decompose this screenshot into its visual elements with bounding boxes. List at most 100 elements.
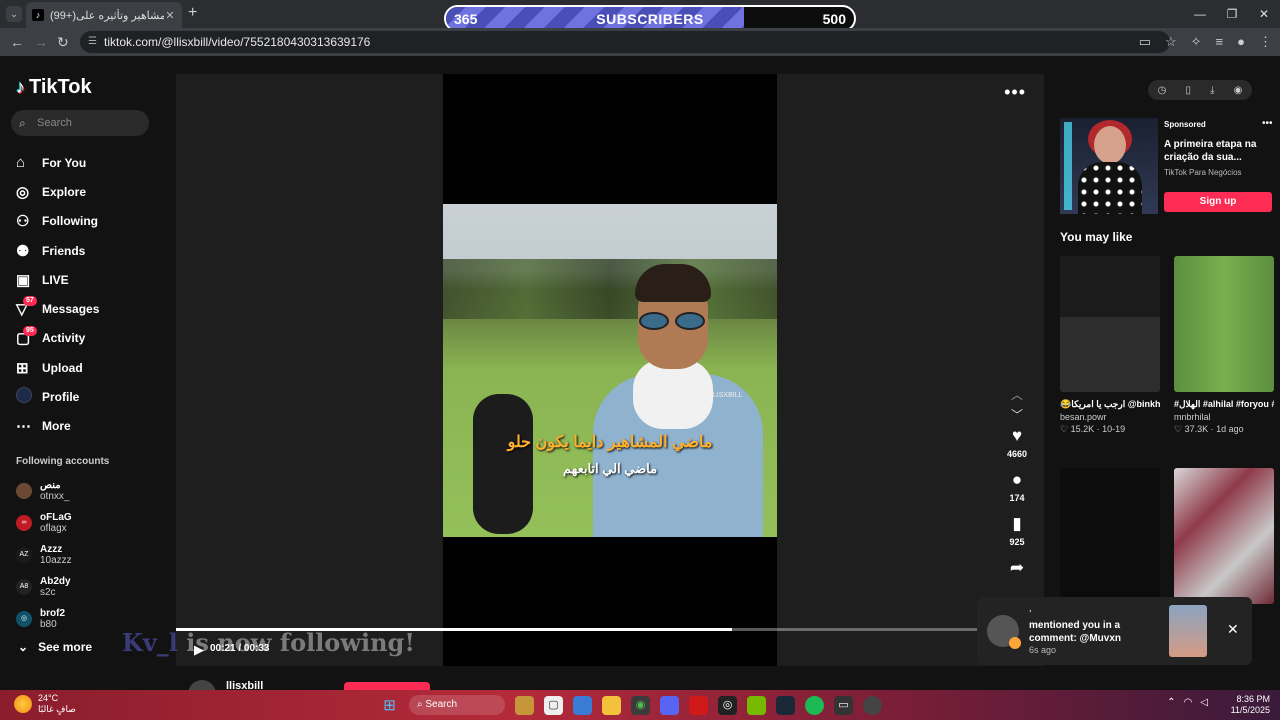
close-icon[interactable]: ✕ <box>1227 621 1239 638</box>
ad-signup-button[interactable]: Sign up <box>1164 192 1272 212</box>
recommend-stats: ♡ 15.2K · 10-19 <box>1060 424 1126 434</box>
timer-icon[interactable]: ◷ <box>1158 85 1167 96</box>
following-account[interactable]: A8 Ab2dy s2c <box>16 576 71 598</box>
nvidia-icon[interactable] <box>747 695 766 715</box>
address-bar[interactable]: ☰ tiktok.com/@llisxbill/video/7552180430… <box>80 31 1170 53</box>
recommend-thumbnail[interactable] <box>1174 468 1274 604</box>
spotify-icon[interactable] <box>805 695 824 715</box>
app-red-icon[interactable] <box>689 695 708 715</box>
taskbar-search[interactable]: ⌕ Search <box>409 695 505 715</box>
sidebar-item-more[interactable]: ⋯ More <box>16 412 99 441</box>
chrome-icon[interactable]: ◉ <box>631 695 650 715</box>
chevron-down-icon[interactable]: ﹀ <box>1002 406 1032 426</box>
tiktok-logo[interactable]: ♪ TikTok <box>16 76 92 99</box>
screen: ⌄ ♪ (99+)ماضي المشاهير وتأثيره على... ✕ … <box>0 0 1280 720</box>
following-account[interactable]: منص otnxx_ <box>16 480 69 502</box>
sidebar-item-upload[interactable]: ⊞ Upload <box>16 353 99 382</box>
following-account[interactable]: ∞ oFLaG oflagx <box>16 512 72 534</box>
site-info-icon[interactable]: ☰ <box>88 31 97 53</box>
play-icon[interactable]: ▶ <box>194 642 204 658</box>
video-player[interactable]: LLISXBILL ماضي المشاهير دايما يكون حلو م… <box>122 74 1044 666</box>
following-account[interactable]: ◎ brof2 b80 <box>16 608 65 630</box>
see-more-label: See more <box>38 640 93 654</box>
see-more-button[interactable]: ⌄ See more <box>18 640 92 654</box>
recommend-thumbnail[interactable] <box>1060 468 1160 604</box>
account-name: منص <box>40 480 61 491</box>
sidebar-item-explore[interactable]: ◎ Explore <box>16 177 99 206</box>
wifi-icon[interactable]: ◠ <box>1184 697 1193 708</box>
profile-circle-icon[interactable]: ◉ <box>1234 85 1243 96</box>
phone-icon[interactable]: ▯ <box>1185 85 1191 96</box>
notification-thumbnail[interactable] <box>1169 605 1207 657</box>
sidebar-item-label: Activity <box>42 331 86 346</box>
windows-start-icon[interactable]: ⊞ <box>380 696 399 715</box>
sidebar-item-label: Friends <box>42 243 86 258</box>
playlist-icon[interactable]: ≡ <box>1216 34 1224 50</box>
ad-more-icon[interactable]: ••• <box>1262 118 1273 129</box>
recommend-thumbnail[interactable] <box>1060 256 1160 392</box>
browser-menu-icon[interactable]: ⋮ <box>1259 34 1272 50</box>
ad-thumbnail[interactable] <box>1060 118 1158 214</box>
video-frame[interactable]: LLISXBILL ماضي المشاهير دايما يكون حلو م… <box>443 204 777 537</box>
chevron-up-icon[interactable]: ⌃ <box>1167 697 1175 708</box>
reload-icon[interactable]: ↻ <box>57 34 69 50</box>
recommend-date: 10-19 <box>1102 424 1126 434</box>
browser-tab[interactable]: ♪ (99+)ماضي المشاهير وتأثيره على... ✕ <box>26 2 182 28</box>
profile-avatar-icon[interactable]: ● <box>1237 34 1245 50</box>
copilot-icon[interactable] <box>573 695 592 715</box>
terminal-icon[interactable]: ▭ <box>834 695 853 715</box>
ad-title[interactable]: A primeira etapa na criação da sua... <box>1164 138 1268 164</box>
sidebar-item-for-you[interactable]: ⌂ For You <box>16 148 99 177</box>
recommend-thumbnail[interactable] <box>1174 256 1274 392</box>
recommend-card[interactable] <box>1060 468 1160 604</box>
messages-badge: 57 <box>23 296 37 307</box>
recommend-date: 1d ago <box>1216 424 1244 434</box>
discord-icon[interactable] <box>660 695 679 715</box>
minimize-button[interactable]: — <box>1184 0 1216 28</box>
like-heart-icon[interactable]: ♥ <box>1002 426 1032 446</box>
bookmark-icon[interactable]: ▮ <box>1002 514 1032 534</box>
sidebar-item-friends[interactable]: ⚉ Friends <box>16 236 99 265</box>
more-options-icon[interactable]: ••• <box>1004 82 1026 103</box>
steam-icon[interactable] <box>776 695 795 715</box>
sidebar-item-activity[interactable]: ▢ 95 Activity <box>16 324 99 353</box>
cast-icon[interactable]: ▭ <box>1139 34 1151 50</box>
heart-icon: ♡ <box>1060 424 1069 434</box>
app-circle-icon[interactable] <box>863 695 882 715</box>
obs-icon[interactable]: ◎ <box>718 695 737 715</box>
extensions-icon[interactable]: ✧ <box>1191 34 1202 50</box>
taskbar-clock[interactable]: 8:36 PM 11/5/2025 <box>1231 694 1270 716</box>
taskbar-apps: ⊞ ⌕ Search ▢ ◉ ◎ ▭ <box>380 695 882 715</box>
chevron-up-icon[interactable]: ︿ <box>1002 386 1032 406</box>
search-placeholder: Search <box>37 117 72 129</box>
forward-arrow-icon[interactable]: → <box>34 34 48 50</box>
sidebar-item-following[interactable]: ⚇ Following <box>16 207 99 236</box>
following-account[interactable]: AZ Azzz 10azzz <box>16 544 72 566</box>
volume-icon[interactable]: ◁ <box>1200 697 1208 708</box>
search-input[interactable]: ⌕ Search <box>11 110 149 136</box>
account-handle: oflagx <box>40 523 67 534</box>
file-explorer-icon[interactable] <box>602 695 621 715</box>
mention-notification[interactable]: , mentioned you in a comment: @Muvxn 6s … <box>977 597 1252 665</box>
recommend-card[interactable] <box>1174 468 1274 604</box>
sidebar-item-profile[interactable]: Profile <box>16 382 99 411</box>
sidebar-item-live[interactable]: ▣ LIVE <box>16 265 99 294</box>
maximize-button[interactable]: ❐ <box>1216 0 1248 28</box>
comment-icon[interactable]: ● <box>1002 470 1032 490</box>
weather-widget[interactable]: 24°C صافٍ غالبًا <box>14 693 76 715</box>
task-view-icon[interactable]: ▢ <box>544 695 563 715</box>
recommend-card[interactable]: #الهلال #alhilal #foryou #alhilaledi... … <box>1174 256 1274 435</box>
close-window-button[interactable]: ✕ <box>1248 0 1280 28</box>
windows-taskbar: 24°C صافٍ غالبًا ⊞ ⌕ Search ▢ ◉ ◎ ▭ ⌃ ◠ ◁… <box>0 690 1280 720</box>
download-icon[interactable]: ⤓ <box>1210 85 1214 96</box>
new-tab-button[interactable]: + <box>188 5 197 21</box>
bookmark-star-icon[interactable]: ☆ <box>1165 34 1177 50</box>
recommend-author: mnbrhilal <box>1174 412 1211 422</box>
back-arrow-icon[interactable]: ← <box>10 34 24 50</box>
tab-search-icon[interactable]: ⌄ <box>6 6 22 22</box>
recommend-card[interactable]: 😂ارجب يا امريكا @binkhaled0 @sxb... besa… <box>1060 256 1160 435</box>
widgets-icon[interactable] <box>515 695 534 715</box>
sidebar-item-messages[interactable]: ▽ 57 Messages <box>16 294 99 323</box>
tab-close-icon[interactable]: ✕ <box>164 9 176 22</box>
share-arrow-icon[interactable]: ➦ <box>1002 558 1032 578</box>
